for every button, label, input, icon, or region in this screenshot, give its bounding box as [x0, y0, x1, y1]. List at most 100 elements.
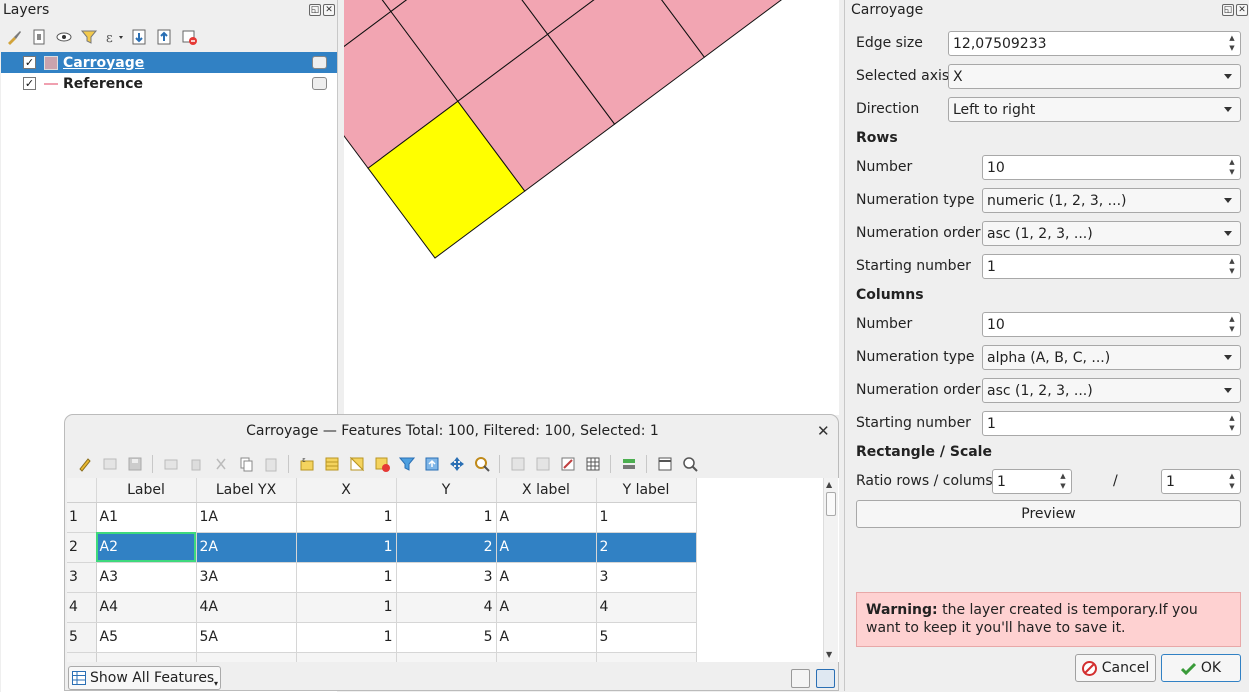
spinbox-arrows-icon[interactable]: ▲ ▼	[1226, 157, 1238, 178]
close-panel-icon[interactable]: ✕	[1236, 4, 1248, 16]
table-row[interactable]: 1 A1 1A 1 1 A 1	[67, 502, 697, 533]
column-header-x-label[interactable]: X label	[496, 478, 597, 503]
rows-numeration-order-select[interactable]: asc (1, 2, 3, ...)	[982, 221, 1241, 246]
column-header-y-label[interactable]: Y label	[596, 478, 697, 503]
cell-x[interactable]: 1	[296, 502, 397, 533]
table-row[interactable]: 4 A4 4A 1 4 A 4	[67, 592, 697, 623]
column-header-label-yx[interactable]: Label YX	[196, 478, 297, 503]
visibility-eye-icon[interactable]	[54, 28, 73, 47]
style-brush-icon[interactable]	[4, 28, 23, 47]
layer-item-reference[interactable]: ✓ Reference	[1, 73, 337, 94]
organize-columns-icon[interactable]	[558, 455, 577, 474]
cell-x[interactable]: 1	[296, 622, 397, 653]
cell-x-label[interactable]: A	[496, 562, 597, 593]
direction-select[interactable]: Left to right	[948, 97, 1241, 122]
dock-table-icon[interactable]	[655, 455, 674, 474]
cell-y[interactable]: 2	[396, 532, 497, 563]
spinbox-arrows-icon[interactable]: ▲ ▼	[1226, 413, 1238, 434]
show-all-features-button[interactable]: Show All Features ▾	[68, 666, 221, 690]
spinbox-arrows-icon[interactable]: ▲ ▼	[1226, 256, 1238, 277]
cell-label[interactable]: A2	[96, 532, 197, 563]
cell-label-yx[interactable]: 2A	[196, 532, 297, 563]
field-calculator-icon[interactable]	[583, 455, 602, 474]
cell-x-label[interactable]: A	[496, 592, 597, 623]
cell-y[interactable]: 4	[396, 592, 497, 623]
layer-visibility-checkbox[interactable]: ✓	[23, 56, 36, 69]
invert-selection-icon[interactable]	[347, 455, 366, 474]
delete-feature-icon[interactable]	[186, 455, 205, 474]
add-group-icon[interactable]	[29, 28, 48, 47]
cancel-button[interactable]: Cancel	[1075, 654, 1156, 682]
ok-button[interactable]: OK	[1161, 654, 1241, 682]
cell-label-yx[interactable]: 3A	[196, 562, 297, 593]
collapse-all-icon[interactable]	[154, 28, 173, 47]
selected-axis-select[interactable]: X	[948, 64, 1241, 89]
edge-size-input[interactable]: 12,07509233 ▲ ▼	[948, 31, 1241, 56]
filter-icon[interactable]	[79, 28, 98, 47]
cell-label-yx[interactable]: 1A	[196, 502, 297, 533]
column-header-x[interactable]: X	[296, 478, 397, 503]
map-canvas[interactable]	[344, 0, 839, 415]
cell-y-label[interactable]: 4	[596, 592, 697, 623]
cell-y-label[interactable]: 2	[596, 532, 697, 563]
row-number[interactable]	[67, 652, 97, 662]
copy-icon[interactable]	[236, 455, 255, 474]
cell-y[interactable]: 3	[396, 562, 497, 593]
row-number[interactable]: 5	[67, 622, 97, 653]
spinbox-arrows-icon[interactable]: ▲ ▼	[1057, 471, 1069, 492]
cut-icon[interactable]	[211, 455, 230, 474]
row-number[interactable]: 1	[67, 502, 97, 533]
row-number[interactable]: 3	[67, 562, 97, 593]
cell-label-yx[interactable]: 5A	[196, 622, 297, 653]
actions-zoom-icon[interactable]	[680, 455, 699, 474]
scroll-down-icon[interactable]: ▼	[826, 650, 832, 659]
filter-icon[interactable]	[397, 455, 416, 474]
cell-label[interactable]: A3	[96, 562, 197, 593]
spinbox-arrows-icon[interactable]: ▲ ▼	[1226, 314, 1238, 335]
cell-x-label[interactable]: A	[496, 502, 597, 533]
filter-expression-icon[interactable]: ε	[104, 28, 123, 47]
select-all-icon[interactable]	[322, 455, 341, 474]
column-header-label[interactable]: Label	[96, 478, 197, 503]
rows-number-input[interactable]: 10 ▲ ▼	[982, 155, 1241, 180]
layer-options-icon[interactable]	[312, 77, 327, 90]
cell-y-label[interactable]	[596, 652, 697, 662]
cell-label[interactable]	[96, 652, 197, 662]
cell-x-label[interactable]: A	[496, 532, 597, 563]
cell-label[interactable]: A4	[96, 592, 197, 623]
preview-button[interactable]: Preview	[856, 500, 1241, 528]
table-view-icon[interactable]	[816, 669, 835, 688]
cell-x[interactable]: 1	[296, 562, 397, 593]
cell-y-label[interactable]: 3	[596, 562, 697, 593]
row-number[interactable]: 2	[67, 532, 97, 563]
conditional-formatting-icon[interactable]	[619, 455, 638, 474]
delete-field-icon[interactable]	[533, 455, 552, 474]
cell-y[interactable]: 5	[396, 622, 497, 653]
close-icon[interactable]: ✕	[817, 422, 830, 440]
save-edits-icon[interactable]	[125, 455, 144, 474]
zoom-to-selection-icon[interactable]	[472, 455, 491, 474]
cols-numeration-type-select[interactable]: alpha (A, B, C, ...)	[982, 345, 1241, 370]
cell-y[interactable]: 1	[396, 502, 497, 533]
move-selection-top-icon[interactable]	[422, 455, 441, 474]
cell-x[interactable]: 1	[296, 532, 397, 563]
cell-label-yx[interactable]: 4A	[196, 592, 297, 623]
deselect-all-icon[interactable]	[372, 455, 391, 474]
float-panel-icon[interactable]: ◱	[1222, 4, 1234, 16]
cell-label-yx[interactable]	[196, 652, 297, 662]
cell-y-label[interactable]: 5	[596, 622, 697, 653]
select-by-expression-icon[interactable]: ε	[297, 455, 316, 474]
scroll-up-icon[interactable]: ▲	[826, 480, 832, 489]
table-vertical-scrollbar[interactable]: ▲ ▼	[823, 478, 838, 662]
column-header-y[interactable]: Y	[396, 478, 497, 503]
cols-starting-number-input[interactable]: 1 ▲ ▼	[982, 411, 1241, 436]
cell-x-label[interactable]	[496, 652, 597, 662]
layer-options-icon[interactable]	[312, 56, 327, 69]
remove-layer-icon[interactable]	[179, 28, 198, 47]
cell-y[interactable]	[396, 652, 497, 662]
cell-x[interactable]	[296, 652, 397, 662]
table-row[interactable]: 3 A3 3A 1 3 A 3	[67, 562, 697, 593]
close-panel-icon[interactable]: ✕	[323, 4, 335, 16]
paste-icon[interactable]	[261, 455, 280, 474]
ratio-rows-input[interactable]: 1 ▲ ▼	[992, 469, 1072, 494]
